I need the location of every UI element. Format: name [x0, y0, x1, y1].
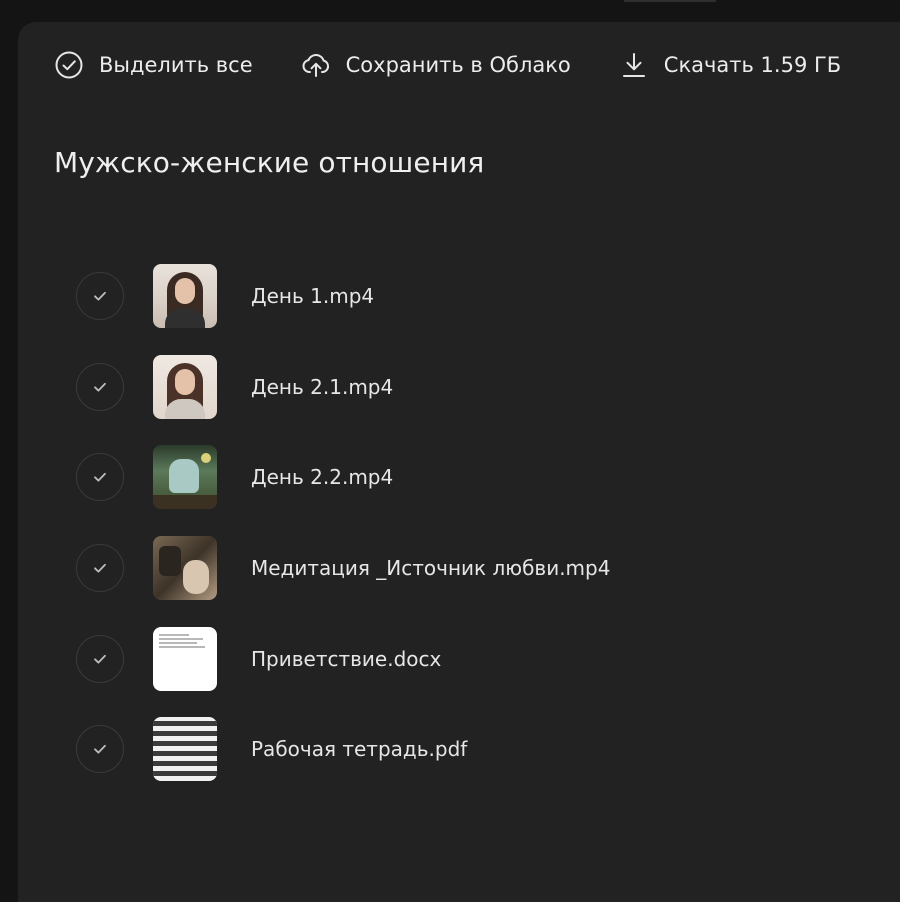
- row-checkbox[interactable]: [76, 362, 124, 411]
- row-checkbox[interactable]: [76, 272, 124, 321]
- check-icon: [94, 473, 106, 482]
- select-all-button[interactable]: Выделить все: [54, 50, 253, 80]
- file-name[interactable]: Приветствие.docx: [251, 647, 441, 671]
- download-button[interactable]: Скачать 1.59 ГБ: [619, 50, 841, 80]
- download-icon: [619, 50, 649, 80]
- check-icon: [94, 382, 106, 392]
- file-row[interactable]: День 1.mp4: [76, 251, 610, 342]
- file-name[interactable]: Медитация _Источник любви.mp4: [251, 556, 610, 580]
- file-name[interactable]: Рабочая тетрадь.pdf: [251, 737, 467, 761]
- top-accent-bar: [624, 0, 716, 2]
- download-label: Скачать 1.59 ГБ: [663, 53, 842, 77]
- file-row[interactable]: День 2.2.mp4: [76, 432, 610, 523]
- row-checkbox[interactable]: [76, 634, 124, 683]
- check-icon: [94, 745, 106, 754]
- file-name[interactable]: День 2.2.mp4: [251, 465, 393, 489]
- check-icon: [94, 563, 106, 573]
- toolbar: Выделить все Сохранить в Облако Скачать …: [54, 50, 841, 80]
- save-to-cloud-label: Сохранить в Облако: [345, 53, 571, 77]
- select-all-label: Выделить все: [99, 53, 253, 77]
- file-thumbnail[interactable]: [153, 717, 217, 782]
- check-icon: [94, 654, 106, 664]
- cloud-upload-icon: [301, 50, 331, 80]
- row-checkbox[interactable]: [76, 725, 124, 774]
- top-strip: [0, 0, 900, 22]
- row-checkbox[interactable]: [76, 544, 124, 593]
- save-to-cloud-button[interactable]: Сохранить в Облако: [301, 50, 571, 80]
- file-thumbnail[interactable]: [153, 536, 217, 601]
- file-thumbnail[interactable]: [153, 264, 217, 329]
- file-row[interactable]: Медитация _Источник любви.mp4: [76, 523, 610, 614]
- file-thumbnail[interactable]: [153, 354, 217, 419]
- file-name[interactable]: День 2.1.mp4: [251, 375, 393, 399]
- file-row[interactable]: День 2.1.mp4: [76, 342, 610, 433]
- file-thumbnail[interactable]: [153, 445, 217, 510]
- file-panel: Выделить все Сохранить в Облако Скачать …: [18, 22, 900, 902]
- file-name[interactable]: День 1.mp4: [251, 284, 374, 308]
- file-list: День 1.mp4 День 2.1.mp4 День 2.2.mp4 Мед…: [76, 251, 610, 795]
- folder-title: Мужско-женские отношения: [54, 146, 485, 179]
- file-row[interactable]: Приветствие.docx: [76, 613, 610, 704]
- check-circle-icon: [54, 50, 84, 80]
- check-icon: [94, 292, 106, 301]
- file-row[interactable]: Рабочая тетрадь.pdf: [76, 704, 610, 795]
- row-checkbox[interactable]: [76, 453, 124, 502]
- file-thumbnail[interactable]: [153, 626, 217, 691]
